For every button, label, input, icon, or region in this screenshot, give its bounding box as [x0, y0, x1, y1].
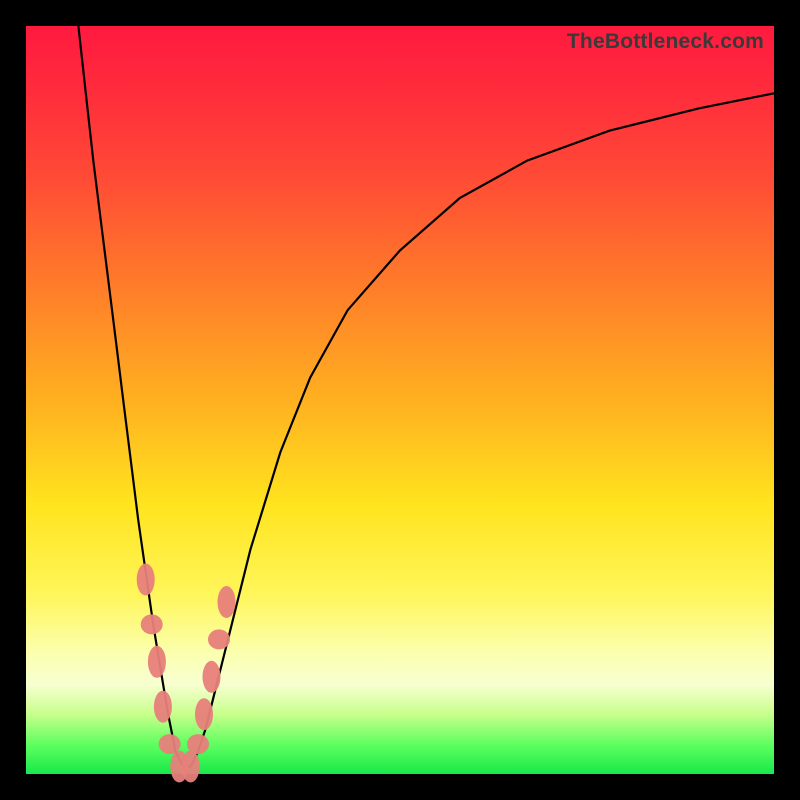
curve-marker [182, 751, 200, 783]
curve-marker [208, 629, 230, 649]
bottleneck-curve-svg [26, 26, 774, 774]
curve-marker [195, 698, 213, 730]
plot-area: TheBottleneck.com [26, 26, 774, 774]
curve-marker [137, 564, 155, 596]
curve-marker [218, 586, 236, 618]
bottleneck-curve-path [78, 26, 774, 767]
curve-marker [203, 661, 221, 693]
curve-marker [187, 734, 209, 754]
outer-frame: TheBottleneck.com [0, 0, 800, 800]
curve-marker [148, 646, 166, 678]
curve-marker [154, 691, 172, 723]
curve-marker [141, 614, 163, 634]
